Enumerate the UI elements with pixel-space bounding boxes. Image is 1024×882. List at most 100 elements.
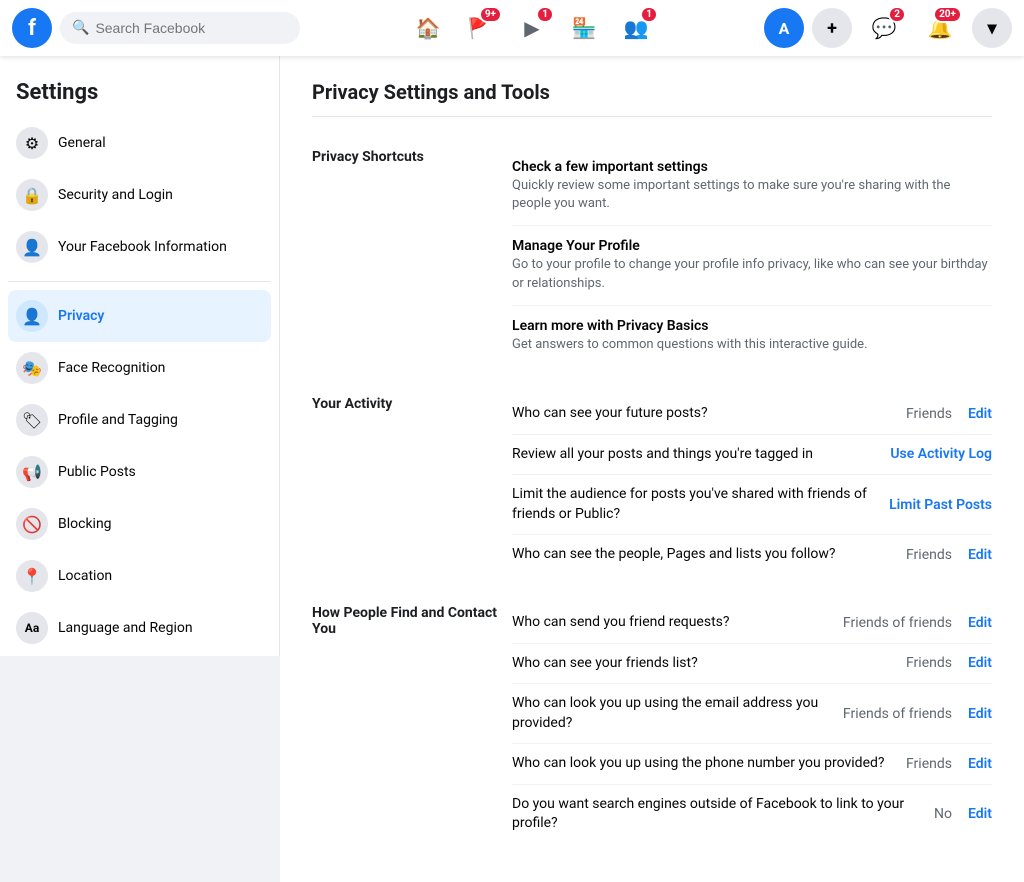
- search-input[interactable]: [95, 20, 288, 36]
- groups-nav-btn[interactable]: 👥 1: [612, 4, 660, 52]
- sidebar-label-blocking: Blocking: [58, 516, 112, 532]
- sidebar-item-face-recognition[interactable]: 🎭 Face Recognition: [8, 342, 271, 394]
- limit-past-posts-btn[interactable]: Limit Past Posts: [889, 497, 992, 513]
- sidebar-label-security: Security and Login: [58, 187, 173, 203]
- nav-left: f 🔍: [12, 8, 300, 48]
- edit-follow-btn[interactable]: Edit: [968, 547, 992, 563]
- sidebar-item-security[interactable]: 🔒 Security and Login: [8, 169, 271, 221]
- top-nav: f 🔍 🏠 🚩 9+ ▶ 1 🏪 👥 1 A + 💬 2: [0, 0, 1024, 56]
- shortcut-desc-1: Go to your profile to change your profil…: [512, 256, 992, 292]
- setting-item-friend-requests: Who can send you friend requests? Friend…: [512, 603, 992, 644]
- marketplace-icon: 🏪: [572, 16, 597, 40]
- setting-desc-future-posts: Who can see your future posts?: [512, 404, 890, 424]
- setting-value-email-lookup: Friends of friends: [843, 706, 952, 722]
- notifications-badge: 20+: [933, 6, 962, 23]
- sidebar-item-blocking[interactable]: 🚫 Blocking: [8, 498, 271, 550]
- sidebar-label-public-posts: Public Posts: [58, 464, 136, 480]
- sidebar-item-privacy[interactable]: 👤 Privacy: [8, 290, 271, 342]
- add-button[interactable]: +: [812, 8, 852, 48]
- your-activity-items: Who can see your future posts? Friends E…: [512, 394, 992, 575]
- home-nav-btn[interactable]: 🏠: [404, 4, 452, 52]
- find-contact-label: How People Find and Contact You: [312, 603, 512, 637]
- security-icon: 🔒: [16, 179, 48, 211]
- nav-center: 🏠 🚩 9+ ▶ 1 🏪 👥 1: [404, 4, 660, 52]
- find-contact-row: How People Find and Contact You Who can …: [312, 589, 992, 858]
- profile-avatar-btn[interactable]: A: [764, 8, 804, 48]
- setting-desc-friends-list: Who can see your friends list?: [512, 654, 890, 674]
- sidebar-item-fb-info[interactable]: 👤 Your Facebook Information: [8, 221, 271, 273]
- privacy-shortcuts-section: Privacy Shortcuts Check a few important …: [312, 133, 992, 380]
- setting-item-phone-lookup: Who can look you up using the phone numb…: [512, 744, 992, 785]
- marketplace-nav-btn[interactable]: 🏪: [560, 4, 608, 52]
- find-contact-items: Who can send you friend requests? Friend…: [512, 603, 992, 844]
- main-content: Privacy Settings and Tools Privacy Short…: [280, 56, 1024, 882]
- edit-future-posts-btn[interactable]: Edit: [968, 406, 992, 422]
- blocking-icon: 🚫: [16, 508, 48, 540]
- sidebar-label-fb-info: Your Facebook Information: [58, 239, 227, 255]
- sidebar-item-profile-tagging[interactable]: 🏷 Profile and Tagging: [8, 394, 271, 446]
- privacy-shortcuts-items: Check a few important settings Quickly r…: [512, 147, 992, 366]
- edit-phone-lookup-btn[interactable]: Edit: [968, 756, 992, 772]
- nav-right: A + 💬 2 🔔 20+ ▾: [764, 4, 1012, 52]
- privacy-shortcuts-row: Privacy Shortcuts Check a few important …: [312, 133, 992, 380]
- setting-item-future-posts: Who can see your future posts? Friends E…: [512, 394, 992, 435]
- setting-desc-phone-lookup: Who can look you up using the phone numb…: [512, 754, 890, 774]
- shortcut-title-2: Learn more with Privacy Basics: [512, 318, 992, 334]
- flag-nav-btn[interactable]: 🚩 9+: [456, 4, 504, 52]
- sidebar-item-location[interactable]: 📍 Location: [8, 550, 271, 602]
- setting-value-follow: Friends: [906, 547, 952, 563]
- setting-value-search-engines: No: [934, 806, 952, 822]
- setting-desc-email-lookup: Who can look you up using the email addr…: [512, 694, 827, 733]
- sidebar-label-face-recognition: Face Recognition: [58, 360, 165, 376]
- messenger-btn[interactable]: 💬 2: [860, 4, 908, 52]
- shortcut-desc-2: Get answers to common questions with thi…: [512, 336, 992, 354]
- shortcut-title-1: Manage Your Profile: [512, 238, 992, 254]
- fb-info-icon: 👤: [16, 231, 48, 263]
- search-box[interactable]: 🔍: [60, 12, 300, 44]
- sidebar-label-location: Location: [58, 568, 112, 584]
- your-activity-row: Your Activity Who can see your future po…: [312, 380, 992, 589]
- find-contact-section: How People Find and Contact You Who can …: [312, 589, 992, 858]
- sidebar-item-public-posts[interactable]: 📢 Public Posts: [8, 446, 271, 498]
- setting-desc-limit-audience: Limit the audience for posts you've shar…: [512, 485, 873, 524]
- layout: Settings ⚙ General 🔒 Security and Login …: [0, 56, 1024, 882]
- sidebar-item-language[interactable]: Aa Language and Region: [8, 602, 271, 654]
- page-title: Privacy Settings and Tools: [312, 80, 992, 117]
- profile-tagging-icon: 🏷: [16, 404, 48, 436]
- sidebar: Settings ⚙ General 🔒 Security and Login …: [0, 56, 280, 656]
- sidebar-label-privacy: Privacy: [58, 308, 104, 324]
- setting-value-friends-list: Friends: [906, 655, 952, 671]
- groups-badge: 1: [640, 6, 658, 23]
- shortcut-item-1[interactable]: Manage Your Profile Go to your profile t…: [512, 226, 992, 305]
- flag-badge: 9+: [479, 6, 502, 23]
- setting-item-search-engines: Do you want search engines outside of Fa…: [512, 785, 992, 844]
- public-posts-icon: 📢: [16, 456, 48, 488]
- sidebar-title: Settings: [8, 72, 271, 117]
- facebook-logo[interactable]: f: [12, 8, 52, 48]
- search-icon: 🔍: [72, 20, 89, 36]
- setting-item-friends-list: Who can see your friends list? Friends E…: [512, 644, 992, 685]
- your-activity-label: Your Activity: [312, 394, 512, 412]
- language-icon: Aa: [16, 612, 48, 644]
- shortcut-item-0[interactable]: Check a few important settings Quickly r…: [512, 147, 992, 226]
- location-icon: 📍: [16, 560, 48, 592]
- sidebar-item-general[interactable]: ⚙ General: [8, 117, 271, 169]
- activity-log-btn[interactable]: Use Activity Log: [890, 446, 992, 462]
- shortcut-title-0: Check a few important settings: [512, 159, 992, 175]
- edit-friend-requests-btn[interactable]: Edit: [968, 615, 992, 631]
- sidebar-label-general: General: [58, 135, 106, 151]
- setting-item-email-lookup: Who can look you up using the email addr…: [512, 684, 992, 744]
- edit-search-engines-btn[interactable]: Edit: [968, 806, 992, 822]
- sidebar-divider-1: [8, 281, 271, 282]
- notifications-btn[interactable]: 🔔 20+: [916, 4, 964, 52]
- privacy-shortcuts-label: Privacy Shortcuts: [312, 147, 512, 165]
- edit-email-lookup-btn[interactable]: Edit: [968, 706, 992, 722]
- more-menu-btn[interactable]: ▾: [972, 8, 1012, 48]
- video-nav-btn[interactable]: ▶ 1: [508, 4, 556, 52]
- video-badge: 1: [536, 6, 554, 23]
- home-icon: 🏠: [416, 16, 441, 40]
- face-recognition-icon: 🎭: [16, 352, 48, 384]
- shortcut-item-2[interactable]: Learn more with Privacy Basics Get answe…: [512, 306, 992, 366]
- privacy-icon: 👤: [16, 300, 48, 332]
- edit-friends-list-btn[interactable]: Edit: [968, 655, 992, 671]
